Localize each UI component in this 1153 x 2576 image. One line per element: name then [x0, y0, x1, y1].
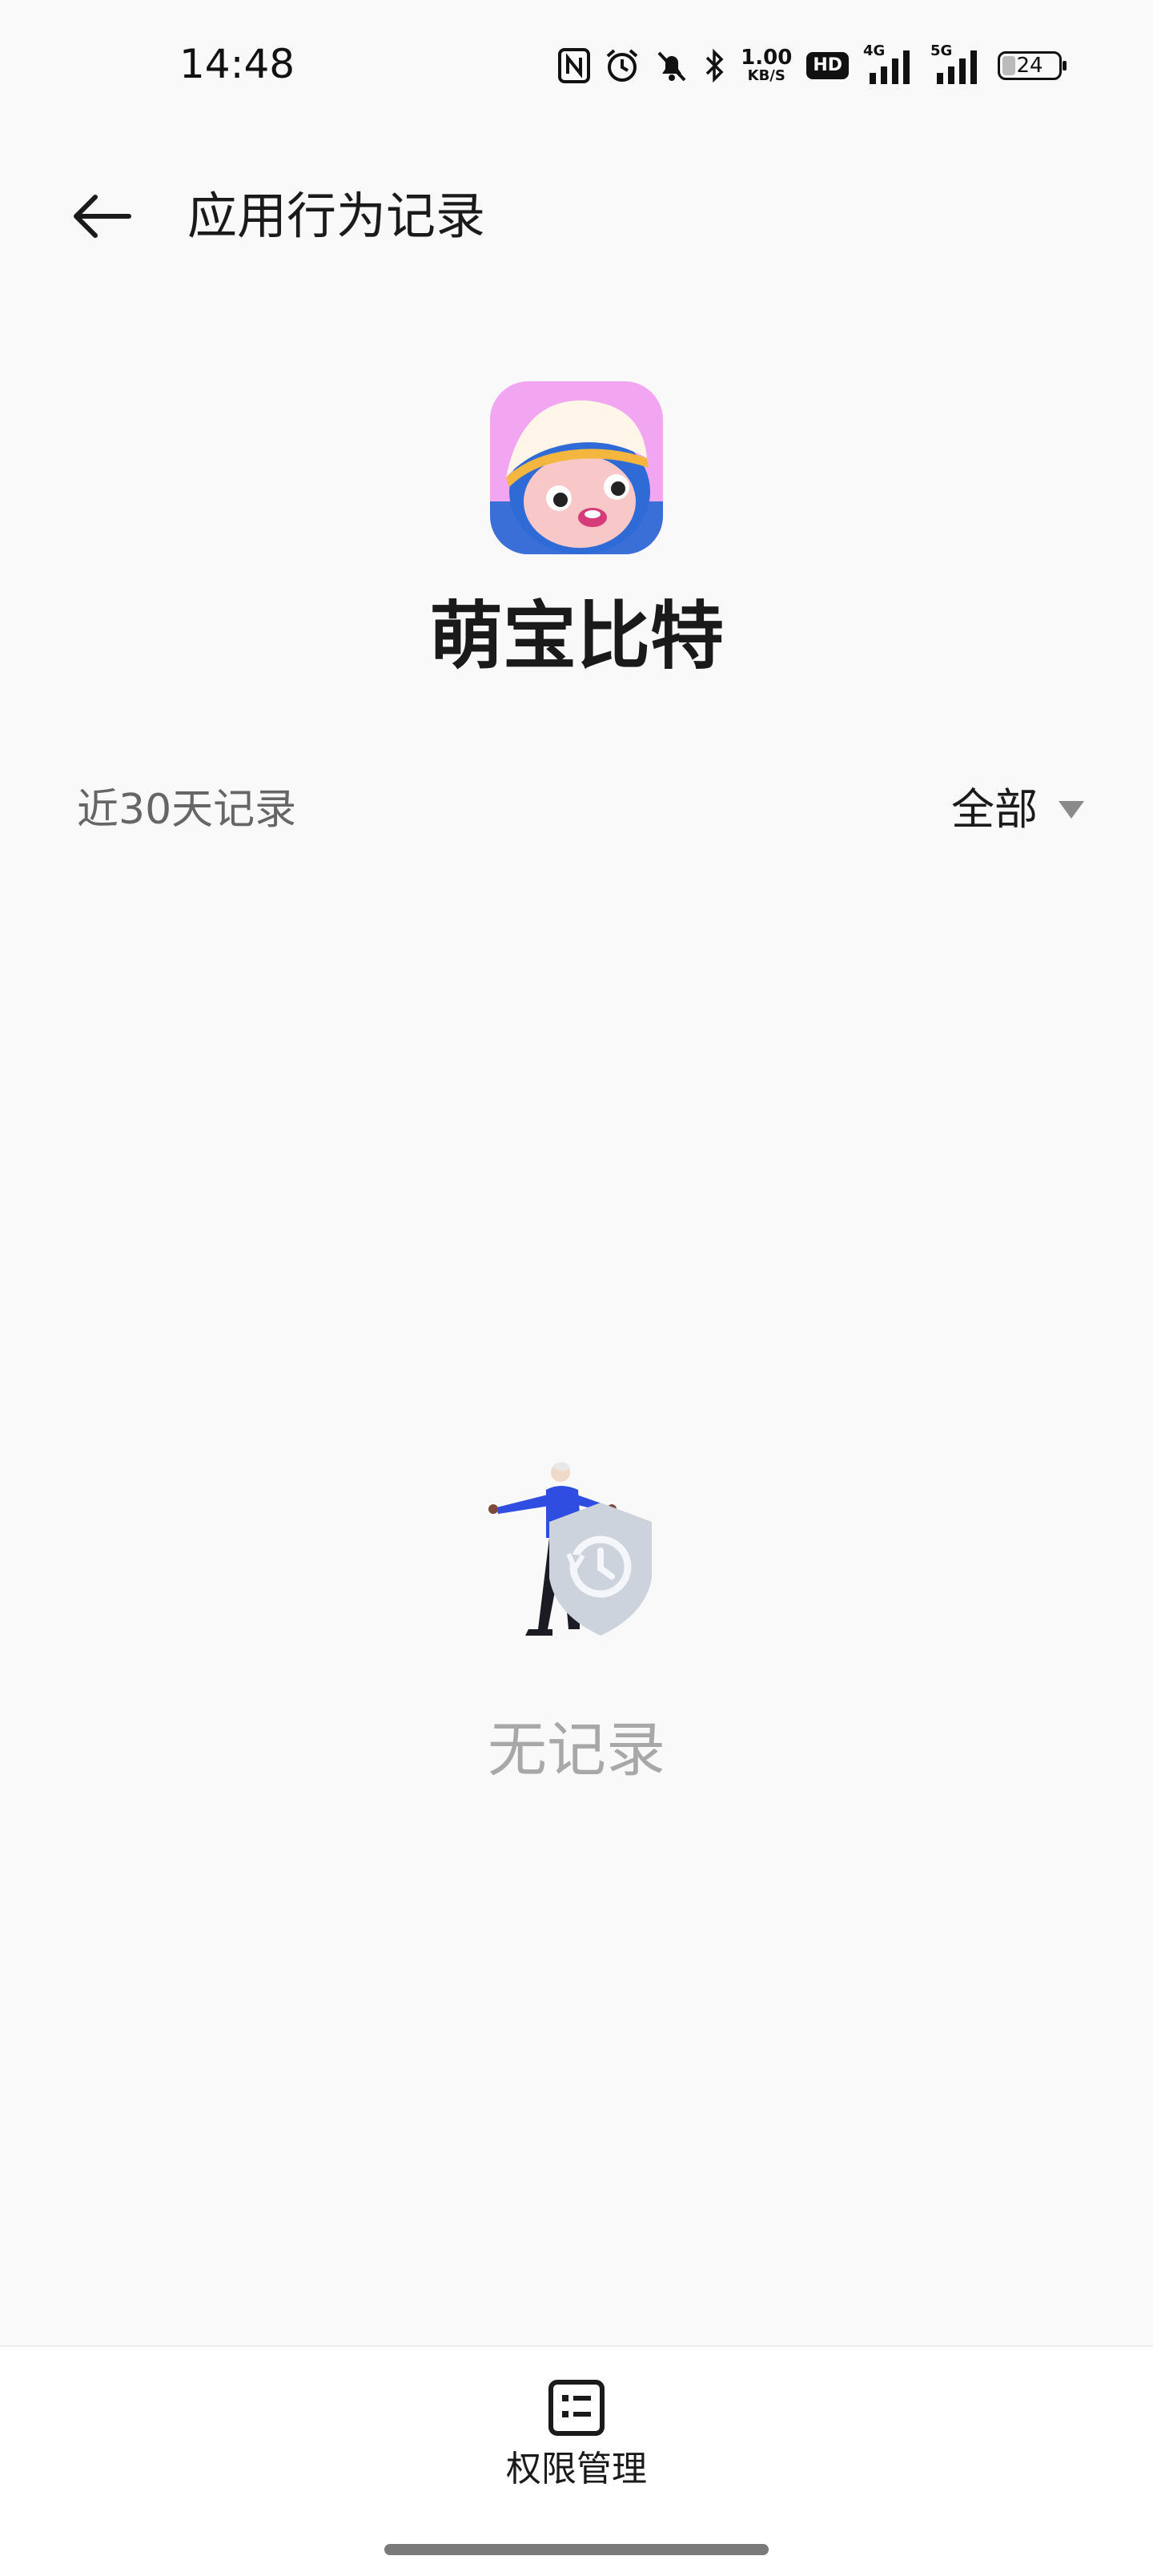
- battery-level: 24: [1016, 54, 1043, 78]
- permission-management-button[interactable]: 权限管理: [448, 2379, 705, 2539]
- bottom-bar: 权限管理: [0, 2345, 1153, 2576]
- hd-badge: HD: [806, 52, 849, 79]
- filter-row: 近30天记录 全部: [0, 769, 1153, 849]
- nfc-icon: [558, 48, 591, 83]
- status-time: 14:48: [179, 41, 295, 87]
- app-header: 应用行为记录: [0, 160, 1153, 272]
- net-speed: 1.00 KB/S: [741, 47, 792, 84]
- app-name: 萌宝比特: [428, 594, 724, 679]
- page-title: 应用行为记录: [187, 187, 486, 245]
- arrow-left-icon: [74, 195, 131, 238]
- signal-icon: [870, 50, 910, 84]
- bluetooth-icon: [705, 48, 724, 83]
- status-icons: 1.00 KB/S HD 4G 5G 24: [558, 42, 1067, 90]
- signal-5g: 5G: [930, 42, 983, 86]
- net-speed-value: 1.00: [741, 46, 793, 70]
- signal-4g: 4G: [863, 42, 916, 86]
- list-icon: [548, 2380, 605, 2436]
- empty-state-text: 无记录: [488, 1716, 665, 1785]
- permission-management-label: 权限管理: [506, 2449, 647, 2489]
- filter-dropdown[interactable]: 全部: [951, 780, 1086, 839]
- triangle-down-icon: [1059, 801, 1084, 819]
- back-button[interactable]: [61, 183, 141, 250]
- shield-history-illustration: [480, 1458, 673, 1650]
- signal-icon: [937, 50, 977, 84]
- filter-selected-value: 全部: [951, 784, 1038, 835]
- status-bar: 14:48 1.00 KB/S HD 4G 5G 24: [0, 0, 1153, 136]
- battery-icon: 24: [998, 51, 1067, 80]
- mute-icon: [657, 51, 686, 82]
- app-icon: [490, 381, 663, 554]
- net-speed-unit: KB/S: [747, 67, 785, 84]
- alarm-icon: [606, 49, 638, 82]
- range-label: 近30天记录: [77, 786, 297, 834]
- home-indicator[interactable]: [384, 2544, 769, 2555]
